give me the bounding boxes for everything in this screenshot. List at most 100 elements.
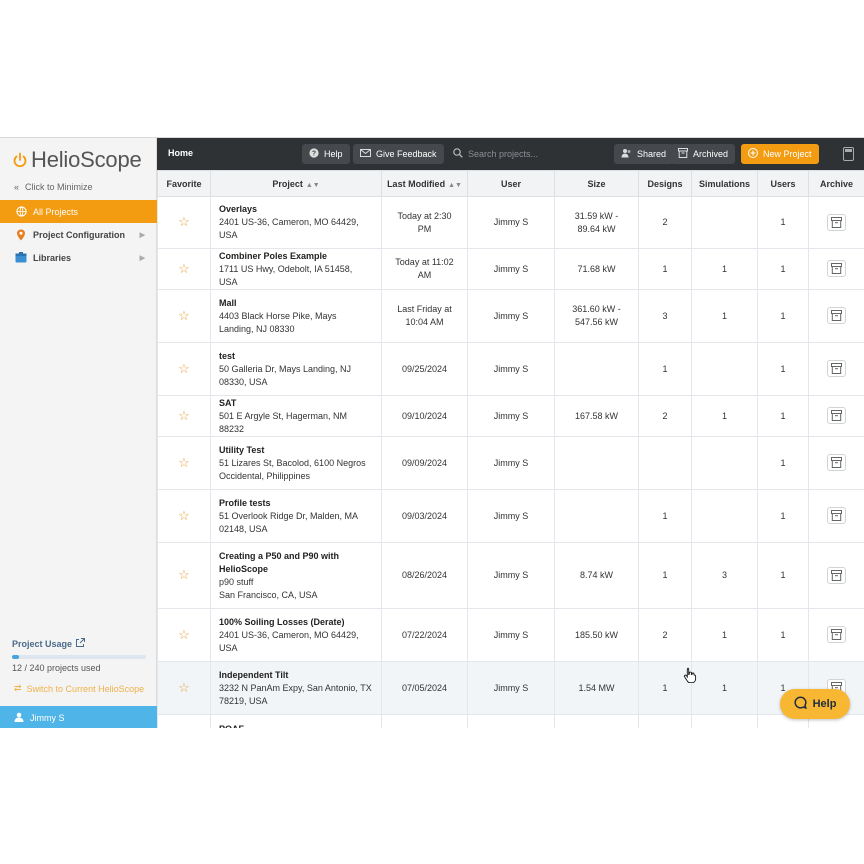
project-name[interactable]: Independent Tilt bbox=[219, 669, 373, 682]
star-icon[interactable]: ☆ bbox=[178, 455, 190, 470]
archive-button[interactable] bbox=[827, 213, 846, 231]
simulations-cell: 3 bbox=[691, 542, 758, 609]
table-row[interactable]: ☆ SAT 501 E Argyle St, Hagerman, NM 88232 0… bbox=[157, 395, 864, 437]
archived-filter-button[interactable]: Archived bbox=[671, 144, 736, 164]
table-row[interactable]: ☆ test 50 Galleria Dr, Mays Landing, NJ 08… bbox=[157, 342, 864, 396]
breadcrumb-home[interactable]: Home bbox=[168, 148, 193, 158]
sidebar-nav: All Projects Project Configuration ▶ Lib… bbox=[0, 200, 157, 269]
projects-table-body: ☆ Overlays 2401 US-36, Cameron, MO 64429, … bbox=[157, 196, 864, 728]
archive-cell bbox=[808, 289, 864, 343]
project-name[interactable]: Overlays bbox=[219, 203, 373, 216]
user-name: Jimmy S bbox=[30, 712, 65, 723]
external-link-icon bbox=[76, 638, 86, 649]
size-cell: 361.60 kW - 547.56 kW bbox=[554, 289, 639, 343]
give-feedback-button[interactable]: Give Feedback bbox=[353, 144, 444, 164]
table-row[interactable]: ☆ Mall 4403 Black Horse Pike, Mays Landing… bbox=[157, 289, 864, 343]
column-header-project[interactable]: Project ▲▼ bbox=[210, 170, 382, 197]
project-name[interactable]: Combiner Poles Example bbox=[219, 250, 373, 263]
chat-bubble-icon bbox=[794, 696, 807, 712]
last-modified-cell: 09/25/2024 bbox=[381, 342, 468, 396]
star-icon[interactable]: ☆ bbox=[178, 361, 190, 376]
archive-button[interactable] bbox=[827, 307, 846, 324]
archive-button[interactable] bbox=[827, 454, 846, 471]
user-icon bbox=[14, 712, 24, 724]
archive-box-icon bbox=[831, 263, 842, 274]
star-icon[interactable]: ☆ bbox=[178, 261, 190, 276]
archive-button[interactable] bbox=[827, 626, 846, 643]
project-cell: SAT 501 E Argyle St, Hagerman, NM 88232 bbox=[210, 395, 382, 437]
star-icon[interactable]: ☆ bbox=[178, 627, 190, 642]
sidebar-item-label: All Projects bbox=[33, 206, 79, 217]
last-modified-cell: Today at 2:30 PM bbox=[381, 196, 468, 249]
project-cell: Combiner Poles Example 1711 US Hwy, Odebo… bbox=[210, 248, 382, 290]
size-cell bbox=[554, 489, 639, 543]
table-row[interactable]: ☆ Independent Tilt 3232 N PanAm Expy, San … bbox=[157, 661, 864, 715]
project-cell: Creating a P50 and P90 with HelioScope p9… bbox=[210, 542, 382, 609]
users-cell: 1 bbox=[757, 196, 809, 249]
table-row[interactable]: ☆ Creating a P50 and P90 with HelioScope p… bbox=[157, 542, 864, 609]
sort-icon: ▲▼ bbox=[448, 181, 462, 189]
table-row[interactable]: ☆ Utility Test 51 Lizares St, Bacolod, 610… bbox=[157, 436, 864, 490]
chevron-right-icon: ▶ bbox=[139, 254, 145, 262]
favorite-cell: ☆ bbox=[157, 196, 211, 249]
switch-helioscope-link[interactable]: ⇄ Switch to Current HelioScope bbox=[14, 683, 144, 694]
project-name[interactable]: Profile tests bbox=[219, 497, 373, 510]
sidebar-item-libraries[interactable]: Libraries ▶ bbox=[0, 246, 157, 269]
table-row[interactable]: ☆ Profile tests 51 Overlook Ridge Dr, Mald… bbox=[157, 489, 864, 543]
project-name[interactable]: POAF bbox=[219, 723, 373, 728]
project-name[interactable]: Creating a P50 and P90 with HelioScope bbox=[219, 550, 373, 576]
help-chat-button[interactable]: Help bbox=[780, 689, 850, 719]
table-row[interactable]: ☆ 100% Soiling Losses (Derate) 2401 US-36,… bbox=[157, 608, 864, 662]
project-name[interactable]: 100% Soiling Losses (Derate) bbox=[219, 616, 373, 629]
archive-box-icon bbox=[678, 148, 688, 160]
project-address: 51 Overlook Ridge Dr, Malden, MA 02148, … bbox=[219, 510, 358, 534]
table-row[interactable]: POAF bbox=[157, 714, 864, 728]
project-usage-title[interactable]: Project Usage bbox=[12, 638, 146, 649]
app-window: HelioScope « Click to Minimize All Proje… bbox=[0, 137, 864, 728]
archive-button[interactable] bbox=[827, 260, 846, 277]
table-row[interactable]: ☆ Combiner Poles Example 1711 US Hwy, Odeb… bbox=[157, 248, 864, 290]
archive-button[interactable] bbox=[827, 360, 846, 377]
column-header-user: User bbox=[467, 170, 555, 197]
archive-box-icon bbox=[831, 363, 842, 374]
sidebar-item-all-projects[interactable]: All Projects bbox=[0, 200, 157, 223]
size-cell bbox=[554, 342, 639, 396]
new-project-button[interactable]: New Project bbox=[741, 144, 819, 164]
search-input[interactable] bbox=[468, 149, 608, 159]
logo[interactable]: HelioScope bbox=[12, 147, 142, 172]
column-header-last-modified[interactable]: Last Modified ▲▼ bbox=[381, 170, 468, 197]
minimize-toggle[interactable]: « Click to Minimize bbox=[14, 182, 93, 192]
size-cell bbox=[554, 436, 639, 490]
user-menu[interactable]: Jimmy S bbox=[0, 706, 157, 728]
hand-cursor-icon bbox=[683, 667, 697, 684]
project-name[interactable]: Mall bbox=[219, 297, 373, 310]
archive-cell bbox=[808, 196, 864, 249]
star-icon[interactable]: ☆ bbox=[178, 214, 190, 229]
star-icon[interactable]: ☆ bbox=[178, 680, 190, 695]
table-row[interactable]: ☆ Overlays 2401 US-36, Cameron, MO 64429, … bbox=[157, 196, 864, 249]
shared-filter-button[interactable]: Shared bbox=[614, 144, 674, 164]
help-button[interactable]: ? Help bbox=[302, 144, 350, 164]
archive-button[interactable] bbox=[827, 407, 846, 424]
favorite-cell: ☆ bbox=[157, 608, 211, 662]
project-cell: Overlays 2401 US-36, Cameron, MO 64429, U… bbox=[210, 196, 382, 249]
star-icon[interactable]: ☆ bbox=[178, 308, 190, 323]
star-icon[interactable]: ☆ bbox=[178, 408, 190, 423]
sidebar-item-project-configuration[interactable]: Project Configuration ▶ bbox=[0, 223, 157, 246]
usage-text: 12 / 240 projects used bbox=[12, 663, 101, 673]
star-icon[interactable]: ☆ bbox=[178, 567, 190, 582]
archive-button[interactable] bbox=[827, 507, 846, 524]
favorite-cell: ☆ bbox=[157, 248, 211, 290]
calculator-icon[interactable] bbox=[843, 147, 854, 161]
project-address: 3232 N PanAm Expy, San Antonio, TX 78219… bbox=[219, 682, 372, 706]
favorite-cell: ☆ bbox=[157, 342, 211, 396]
search-icon bbox=[453, 148, 463, 160]
project-name[interactable]: Utility Test bbox=[219, 444, 373, 457]
project-name[interactable]: SAT bbox=[219, 397, 373, 410]
project-name[interactable]: test bbox=[219, 350, 373, 363]
archive-button[interactable] bbox=[827, 566, 846, 584]
star-icon[interactable]: ☆ bbox=[178, 508, 190, 523]
project-address: 2401 US-36, Cameron, MO 64429, USA bbox=[219, 217, 359, 240]
usage-progress-fill bbox=[12, 655, 19, 659]
archive-cell bbox=[808, 608, 864, 662]
